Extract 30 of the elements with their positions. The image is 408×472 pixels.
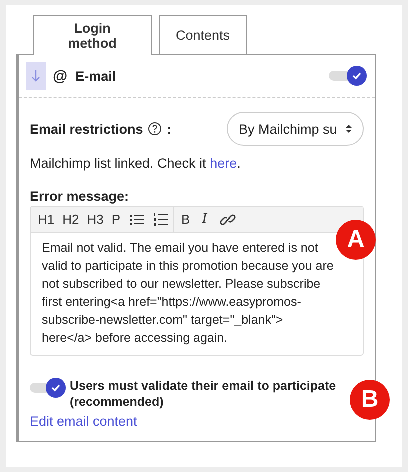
heading-tool-button[interactable]: P xyxy=(108,212,125,227)
field-label: Email restrictions xyxy=(30,122,144,136)
field-label: Error message: xyxy=(30,189,130,204)
at-sign: @ xyxy=(53,68,68,84)
heading-tool-button[interactable]: H3 xyxy=(83,212,108,227)
colon: : xyxy=(167,122,172,136)
editor-content: Email not valid. The email you have entered is not valid to participate in this promotion because you are not subscribed to our newsletter. Please subscribe first entering<a href="https://www.easypromos-subscribe-newsletter.com" target="_blank"> here</a> before accessing again. xyxy=(42,240,335,347)
restriction-select[interactable]: By Mailchimp su xyxy=(227,112,364,146)
here-link[interactable]: here xyxy=(210,156,238,171)
edit-email-link[interactable]: Edit email content xyxy=(30,414,138,429)
toggle-switch[interactable] xyxy=(329,66,367,86)
heading-tool-button[interactable]: H1 xyxy=(34,212,59,227)
check-icon xyxy=(352,72,362,80)
method-title: E-mail xyxy=(76,68,118,84)
heading-tool-button[interactable]: H2 xyxy=(58,212,84,227)
bold-button[interactable]: B xyxy=(178,212,194,227)
tab[interactable]: Contents xyxy=(159,15,247,54)
annotation-marker: B xyxy=(350,380,390,420)
annotation-marker: A xyxy=(336,220,376,260)
bullet-list-icon[interactable] xyxy=(130,214,144,226)
tab[interactable]: Login method xyxy=(33,15,152,55)
sort-arrows-icon xyxy=(345,124,353,134)
toggle-switch[interactable] xyxy=(30,378,66,398)
numbered-list-icon[interactable] xyxy=(154,212,168,226)
rich-text-editor[interactable] xyxy=(30,206,364,356)
check-icon xyxy=(51,384,61,392)
help-icon[interactable] xyxy=(148,122,162,136)
validate-label: Users must validate their email to participate (recommended) xyxy=(70,378,338,410)
italic-button[interactable]: I xyxy=(198,212,212,227)
linked-note: Mailchimp list linked. Check it here. xyxy=(30,156,242,171)
